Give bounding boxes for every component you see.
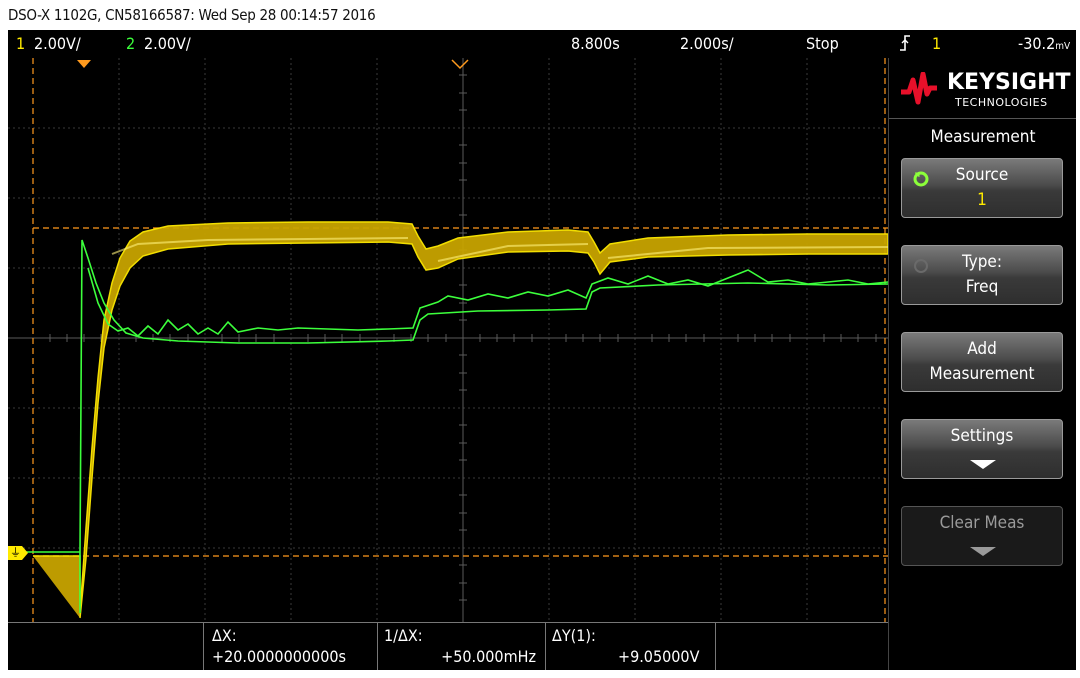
status-bar: 1 2.00V/ 2 2.00V/ 8.800s 2.000s/ Stop 1 … [8,30,1076,58]
add-measurement-softkey[interactable]: Add Measurement [901,332,1063,392]
delay-marker [451,59,469,70]
trigger-level[interactable]: -30.2mV [1018,34,1070,53]
horizontal-delay[interactable]: 8.800s [571,34,620,53]
keysight-wave-icon [901,72,937,105]
delta-y-readout: ΔY(1): +9.05000V [545,623,716,670]
inverse-delta-x-value: +50.000mHz [441,647,536,666]
measurement-bar-divider [715,623,716,670]
delta-x-label: ΔX: [212,626,237,645]
ch1-number[interactable]: 1 [16,34,25,53]
delta-x-readout: ΔX: +20.0000000000s [203,623,378,670]
inverse-delta-x-readout: 1/ΔX: +50.000mHz [377,623,546,670]
rising-edge-icon [898,34,912,56]
delta-y-value: +9.05000V [618,647,700,666]
menu-title: Measurement [889,118,1076,155]
clear-meas-label: Clear Meas [939,513,1025,533]
trigger-point-marker [77,60,91,68]
ch1-scale[interactable]: 2.00V/ [34,34,81,53]
arrow-down-icon [970,460,996,469]
graticule-center-axes [8,58,888,622]
ground-marker-label: ⏚ [10,546,21,559]
settings-softkey[interactable]: Settings [901,419,1063,479]
measurement-bar: ΔX: +20.0000000000s 1/ΔX: +50.000mHz ΔY(… [8,622,888,670]
softkey-panel: KEYSIGHT TECHNOLOGIES Measurement Source… [888,58,1076,670]
add-measurement-line2: Measurement [929,364,1035,384]
inverse-delta-x-label: 1/ΔX: [384,626,423,645]
logo-sub: TECHNOLOGIES [955,96,1048,109]
oscilloscope-screen: 1 2.00V/ 2 2.00V/ 8.800s 2.000s/ Stop 1 … [8,30,1076,670]
clear-meas-softkey[interactable]: Clear Meas [901,506,1063,566]
ch2-scale[interactable]: 2.00V/ [144,34,191,53]
source-label: Source [955,165,1009,185]
delta-y-label: ΔY(1): [552,626,596,645]
arrow-down-icon-dim [970,547,996,556]
type-softkey[interactable]: Type: Freq [901,245,1063,305]
add-measurement-line1: Add [967,339,997,359]
waveform-display[interactable]: ⏚ [8,58,888,622]
source-softkey[interactable]: Source 1 [901,158,1063,218]
delta-x-value: +20.0000000000s [212,647,347,666]
graticule [8,58,888,622]
trigger-level-value: -30.2 [1018,34,1056,53]
window-caption: DSO-X 1102G, CN58166587: Wed Sep 28 00:1… [8,6,376,24]
logo-brand: KEYSIGHT [947,70,1071,95]
type-value: Freq [965,277,999,297]
type-label: Type: [961,252,1003,272]
settings-label: Settings [950,426,1014,446]
ch1-waveform [33,221,888,619]
trigger-source[interactable]: 1 [932,34,941,53]
trigger-level-unit: mV [1055,41,1071,52]
timebase[interactable]: 2.000s/ [680,34,734,53]
ch2-number[interactable]: 2 [126,34,135,53]
ch2-waveform [8,239,888,613]
keysight-logo: KEYSIGHT TECHNOLOGIES [899,64,1071,110]
run-state[interactable]: Stop [806,34,839,53]
source-value: 1 [977,190,987,210]
